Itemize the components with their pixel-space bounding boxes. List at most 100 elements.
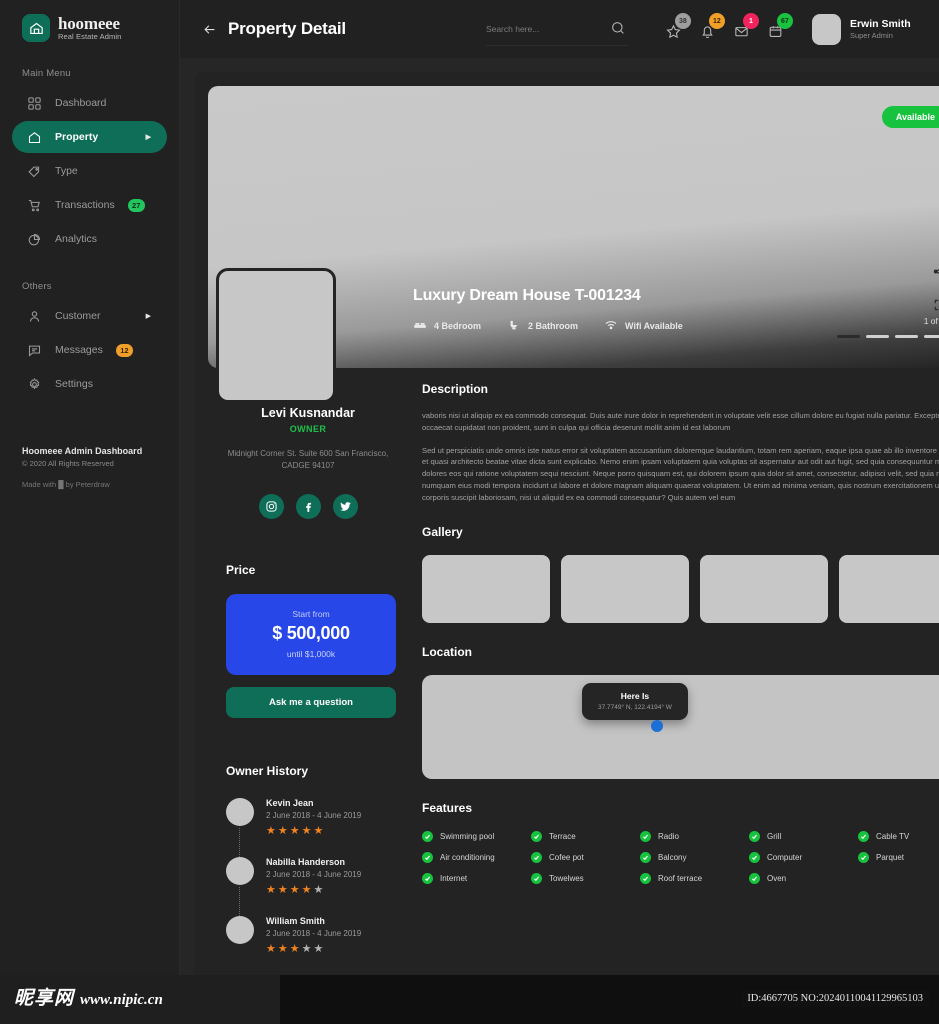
expand-icon[interactable] xyxy=(933,298,939,317)
watermark-url: www.nipic.cn xyxy=(80,992,163,1008)
sidebar-main-nav: Dashboard Property ▶ Type Transactions 2… xyxy=(0,87,179,255)
location-section: Location Here Is 37.7749° N, 122.4194° W xyxy=(422,645,939,780)
star-icon: ★ xyxy=(277,825,288,837)
tooltip-title: Here Is xyxy=(620,691,650,702)
feature-label: Air conditioning xyxy=(440,853,495,863)
star-icon: ★ xyxy=(301,943,312,955)
history-date: 2 June 2018 - 4 June 2019 xyxy=(266,811,362,820)
feature-label: Oven xyxy=(767,874,787,884)
profile-role: Super Admin xyxy=(849,31,893,41)
sidebar-item-analytics[interactable]: Analytics xyxy=(12,223,167,255)
sidebar-item-customer[interactable]: Customer ▶ xyxy=(12,300,167,332)
page-title: Property Detail xyxy=(228,19,346,38)
sidebar-item-label: Messages xyxy=(55,344,103,356)
search-bar[interactable] xyxy=(485,12,628,46)
map-view[interactable]: Here Is 37.7749° N, 122.4194° W xyxy=(422,675,939,780)
spec-wifi: Wifi Available xyxy=(604,318,683,334)
owner-history-heading: Owner History xyxy=(226,764,309,778)
feature-item: Balcony xyxy=(640,852,749,864)
gallery-thumbs: › xyxy=(422,555,939,624)
topbar: Property Detail 38 xyxy=(180,0,939,58)
map-pin-icon[interactable] xyxy=(651,720,663,733)
feature-label: Terrace xyxy=(549,832,576,842)
features-section: Features Swimming pool Terrace Radio Grill C… xyxy=(422,801,939,885)
star-icon[interactable]: 38 xyxy=(664,13,691,40)
share-icon[interactable] xyxy=(932,264,939,284)
sidebar-item-type[interactable]: Type xyxy=(12,155,167,187)
main-area: Property Detail 38 xyxy=(180,0,939,1024)
slide-counter: 1 of 4 xyxy=(923,316,939,326)
sidebar-item-property[interactable]: Property ▶ xyxy=(12,121,167,153)
owner-history-list: Kevin Jean 2 June 2018 - 4 June 2019 ★ ★ ★… xyxy=(226,798,398,955)
message-icon xyxy=(26,342,42,358)
search-input[interactable] xyxy=(485,23,596,34)
logo-subtitle: Real Estate Admin xyxy=(58,32,122,42)
envelope-icon[interactable]: 1 xyxy=(732,13,759,40)
sidebar-item-label: Type xyxy=(55,165,78,177)
feature-item: Air conditioning xyxy=(422,852,531,864)
sidebar-section-others: Others xyxy=(22,281,52,292)
slide-dots[interactable] xyxy=(837,335,939,338)
gallery-thumb[interactable] xyxy=(700,555,828,624)
bell-icon[interactable]: 12 xyxy=(698,13,725,40)
status-badge[interactable]: Available xyxy=(881,106,939,128)
slide-dot[interactable] xyxy=(837,335,860,338)
history-name: Nabilla Handerson xyxy=(266,857,346,867)
facebook-icon[interactable] xyxy=(295,494,321,519)
slide-dot[interactable] xyxy=(866,335,889,338)
logo-title: hoomeee xyxy=(58,13,120,33)
slide-dot[interactable] xyxy=(895,335,918,338)
sidebar-item-label: Customer xyxy=(55,310,101,322)
sidebar-item-label: Settings xyxy=(55,378,93,390)
slide-dot[interactable] xyxy=(924,335,939,338)
star-icon: ★ xyxy=(313,943,324,955)
star-icon: ★ xyxy=(266,825,276,837)
sidebar-item-messages[interactable]: Messages 12 xyxy=(12,334,167,366)
instagram-icon[interactable] xyxy=(258,494,284,519)
ask-question-button[interactable]: Ask me a question xyxy=(226,687,396,718)
app-logo[interactable]: hoomeee Real Estate Admin xyxy=(0,0,179,42)
sidebar-other-nav: Customer ▶ Messages 12 Settings xyxy=(0,300,179,400)
tag-icon xyxy=(26,163,42,179)
sidebar-item-dashboard[interactable]: Dashboard xyxy=(12,87,167,119)
profile-menu[interactable]: Erwin Smith Super Admin ▾ xyxy=(811,13,939,45)
features-grid: Swimming pool Terrace Radio Grill Cable TV Ai… xyxy=(422,831,939,885)
owner-history-section: Owner History Kevin Jean 2 June 2018 - 4… xyxy=(208,764,408,955)
rating-stars: ★ ★ ★ ★ ★ xyxy=(266,944,361,955)
feature-label: Towelwes xyxy=(549,874,584,884)
feature-label: Cable TV xyxy=(876,832,910,842)
owner-role: OWNER xyxy=(289,424,327,434)
check-icon xyxy=(640,831,651,843)
list-item[interactable]: Nabilla Handerson 2 June 2018 - 4 June 2… xyxy=(226,857,398,916)
rating-stars: ★ ★ ★ ★ ★ xyxy=(266,826,361,837)
gallery-thumb[interactable] xyxy=(561,555,689,624)
check-icon xyxy=(531,831,542,843)
gallery-thumb[interactable] xyxy=(422,555,550,624)
star-icon: ★ xyxy=(266,943,276,955)
features-heading: Features xyxy=(422,801,473,816)
envelope-badge: 1 xyxy=(742,13,759,29)
owner-address: Midnight Corner St. Suite 600 San Franci… xyxy=(227,449,389,470)
gallery-thumb[interactable]: › xyxy=(839,555,939,624)
search-icon[interactable] xyxy=(610,20,626,41)
star-icon: ★ xyxy=(313,884,324,896)
calendar-icon[interactable]: 67 xyxy=(766,13,793,40)
twitter-icon[interactable] xyxy=(332,494,358,519)
arrow-left-icon[interactable] xyxy=(196,16,222,42)
sidebar-section-main: Main Menu xyxy=(22,68,71,79)
description-paragraph-2: Sed ut perspiciatis unde omnis iste natu… xyxy=(422,445,939,502)
sidebar-item-settings[interactable]: Settings xyxy=(12,368,167,400)
check-icon xyxy=(749,873,760,885)
app-root: hoomeee Real Estate Admin Main Menu Dash… xyxy=(0,0,939,1024)
sidebar-item-transactions[interactable]: Transactions 27 xyxy=(12,189,167,221)
feature-item: Grill xyxy=(749,831,858,843)
spec-bedroom: 4 Bedroom xyxy=(413,318,481,334)
list-item[interactable]: Kevin Jean 2 June 2018 - 4 June 2019 ★ ★ ★… xyxy=(226,798,398,857)
tooltip-coordinates: 37.7749° N, 122.4194° W xyxy=(598,704,672,712)
avatar xyxy=(811,13,841,45)
watermark-id: ID:4667705 NO:20240110041129965103 xyxy=(741,990,929,1007)
list-item[interactable]: William Smith 2 June 2018 - 4 June 2019 … xyxy=(226,916,398,955)
feature-item: Terrace xyxy=(531,831,640,843)
history-date: 2 June 2018 - 4 June 2019 xyxy=(266,870,362,879)
check-icon xyxy=(858,831,869,843)
